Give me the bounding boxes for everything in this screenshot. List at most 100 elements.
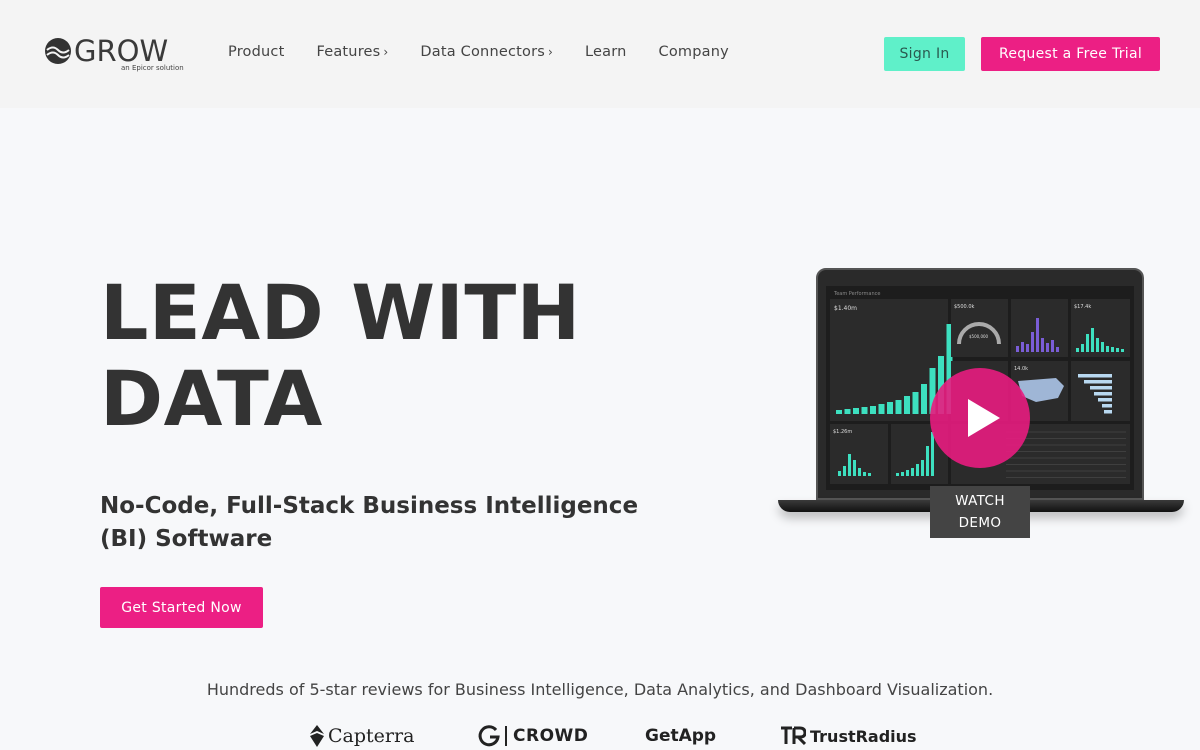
trustradius-label: TrustRadius — [810, 726, 917, 746]
metric-bottom: $1.26m — [833, 429, 852, 435]
dashboard-bar — [901, 472, 904, 476]
nav-features[interactable]: Features › — [316, 44, 388, 64]
dashboard-bar — [1111, 347, 1114, 352]
nav-data-connectors-label: Data Connectors — [420, 44, 545, 60]
capterra-label: Capterra — [328, 725, 415, 747]
dashboard-hbar — [1102, 404, 1112, 408]
dashboard-bar — [1091, 328, 1094, 352]
dashboard-hbar — [1090, 386, 1112, 390]
dashboard-hbar — [1084, 380, 1112, 384]
play-icon — [968, 399, 1000, 437]
reviews-text: Hundreds of 5-star reviews for Business … — [206, 680, 994, 699]
dashboard-bar — [844, 409, 851, 414]
watch-demo-line-2: DEMO — [958, 515, 1002, 531]
metric-small: $17.4k — [1074, 304, 1091, 310]
dashboard-bar — [906, 470, 909, 476]
grow-logo-icon — [45, 38, 71, 64]
dashboard-bar — [843, 466, 846, 476]
watch-demo-line-1: WATCH — [955, 493, 1005, 509]
dashboard-bar — [1031, 332, 1034, 352]
nav-features-label: Features — [316, 44, 381, 60]
request-free-trial-button[interactable]: Request a Free Trial — [981, 37, 1160, 71]
dashboard-bar — [896, 473, 899, 476]
logo-subtext: an Epicor solution — [121, 64, 184, 72]
nav-product[interactable]: Product — [228, 44, 284, 64]
dashboard-hbar — [1098, 398, 1112, 402]
dashboard-hbar — [1104, 410, 1112, 414]
dashboard-hbar — [1094, 392, 1112, 396]
dashboard-bar — [1041, 338, 1044, 352]
dashboard-bar — [911, 468, 914, 476]
capterra-badge[interactable]: Capterra — [310, 722, 414, 750]
hero-title-line-2: DATA — [100, 354, 323, 443]
nav-learn[interactable]: Learn — [585, 44, 627, 64]
dashboard-bar — [853, 408, 859, 414]
dashboard-hbar — [1078, 374, 1112, 378]
dashboard-bar — [921, 460, 924, 476]
site-header: GROW an Epicor solution Product Features… — [0, 0, 1200, 108]
capterra-logo-icon — [310, 725, 324, 747]
nav-learn-label: Learn — [585, 44, 627, 60]
trustradius-logo-icon — [781, 726, 806, 746]
hero-subtitle: No-Code, Full-Stack Business Intelligenc… — [100, 493, 639, 552]
dashboard-bar — [926, 446, 929, 476]
nav-company[interactable]: Company — [659, 44, 729, 64]
dashboard-bar — [1056, 347, 1059, 352]
dashboard-bar — [1121, 349, 1124, 352]
dashboard-bar — [861, 407, 868, 414]
dashboard-bar — [863, 472, 866, 476]
dashboard-bar — [904, 396, 910, 414]
getapp-label: GetApp — [645, 726, 717, 746]
grow-logo[interactable]: GROW an Epicor solution — [45, 34, 184, 76]
dashboard-bar — [1096, 338, 1099, 352]
dashboard-bar — [1046, 343, 1049, 352]
metric-gauge: $500.0k — [954, 304, 974, 310]
dashboard-title: Team Performance — [833, 291, 881, 297]
sign-in-button[interactable]: Sign In — [884, 37, 965, 71]
watch-demo-button[interactable]: WATCH DEMO — [930, 486, 1030, 538]
getapp-badge[interactable]: GetApp — [645, 722, 716, 750]
hero-title: LEAD WITH DATA — [100, 270, 660, 442]
metric-map: 14.0k — [1014, 366, 1028, 372]
dashboard-bar — [1051, 340, 1054, 352]
dashboard-bar — [1076, 348, 1079, 352]
dashboard-bar — [1026, 344, 1029, 352]
get-started-button[interactable]: Get Started Now — [100, 587, 263, 628]
dashboard-bar — [1086, 334, 1089, 352]
dashboard-bar — [887, 402, 893, 414]
dashboard-bar — [1101, 342, 1104, 352]
chevron-right-icon: › — [383, 45, 389, 59]
dashboard-bar — [878, 404, 885, 414]
dashboard-bar — [836, 410, 842, 414]
g2-logo-icon — [478, 725, 500, 747]
g2-crowd-label: CROWD — [505, 726, 588, 746]
play-video-button[interactable] — [930, 368, 1030, 468]
dashboard-bar — [916, 464, 919, 476]
dashboard-bar — [868, 473, 871, 476]
dashboard-bar — [870, 406, 876, 414]
dashboard-bar — [1021, 342, 1024, 352]
dashboard-bar — [838, 471, 841, 476]
logo-wordmark: GROW — [74, 34, 169, 68]
dashboard-bar — [1116, 348, 1119, 352]
trustradius-badge[interactable]: TrustRadius — [780, 722, 917, 750]
dashboard-bar — [853, 460, 856, 476]
dashboard-bar — [858, 468, 861, 476]
metric-revenue: $1.40m — [834, 305, 857, 312]
nav-company-label: Company — [658, 44, 729, 60]
dashboard-bar — [912, 392, 919, 414]
review-badges: Capterra CROWD GetApp TrustRadius — [0, 722, 1200, 750]
g2-crowd-badge[interactable]: CROWD — [477, 722, 588, 750]
dashboard-bar — [921, 384, 927, 414]
dashboard-bar — [1016, 346, 1019, 352]
dashboard-bar — [1036, 318, 1039, 352]
dashboard-bar — [848, 454, 851, 476]
chevron-right-icon: › — [548, 45, 553, 59]
nav-product-label: Product — [228, 44, 285, 60]
gauge-value: $500,000 — [969, 334, 989, 339]
dashboard-bar — [1106, 346, 1109, 352]
dashboard-bar — [895, 400, 902, 414]
main-nav: Product Features › Data Connectors › Learn… — [228, 44, 761, 64]
dashboard-bar — [1081, 344, 1084, 352]
nav-data-connectors[interactable]: Data Connectors › — [420, 44, 553, 64]
